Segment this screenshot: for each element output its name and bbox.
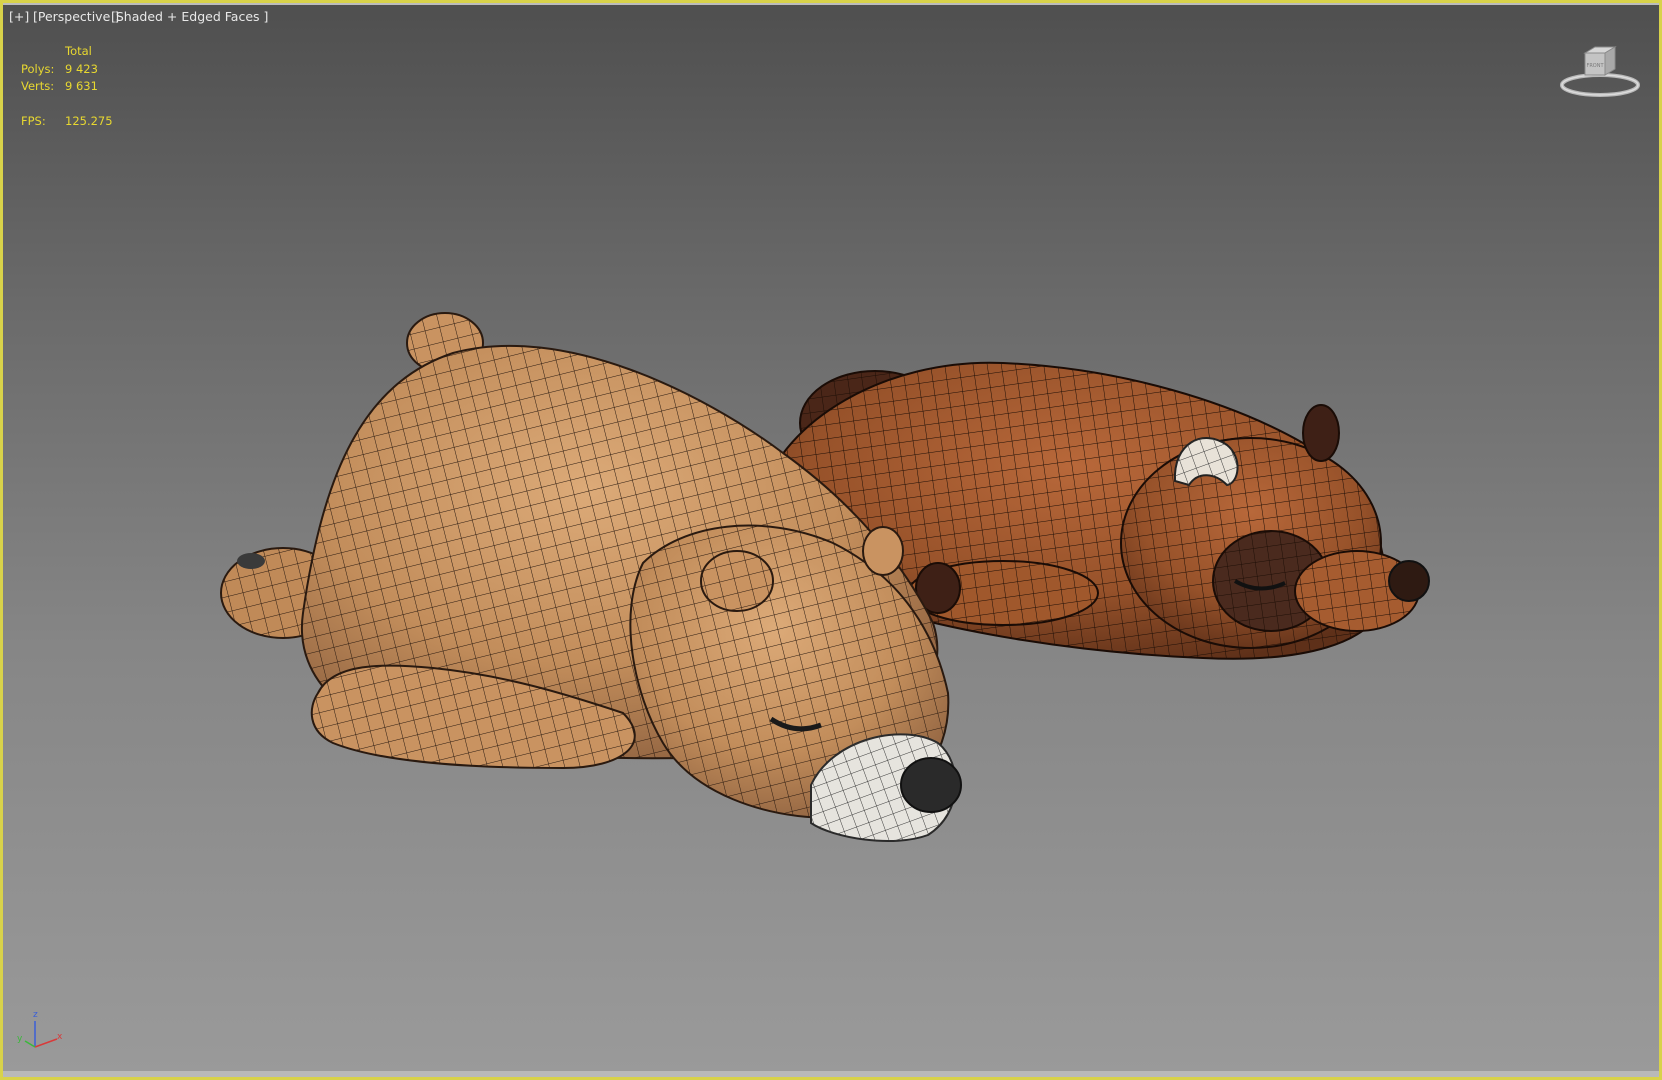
axis-x-label: x xyxy=(57,1032,63,1042)
perspective-viewport[interactable]: [+] [Perspective ] [Shaded + Edged Faces… xyxy=(0,0,1662,1080)
scene-render[interactable] xyxy=(3,3,1659,1077)
viewcube-face-label: FRONT xyxy=(1586,63,1604,69)
axis-tripod: z x y xyxy=(17,1010,63,1048)
viewcube[interactable]: FRONT xyxy=(1555,41,1645,101)
axis-z-label: z xyxy=(33,1010,38,1020)
axis-y-label: y xyxy=(17,1034,23,1044)
viewport-bottom-edge xyxy=(3,1071,1659,1077)
